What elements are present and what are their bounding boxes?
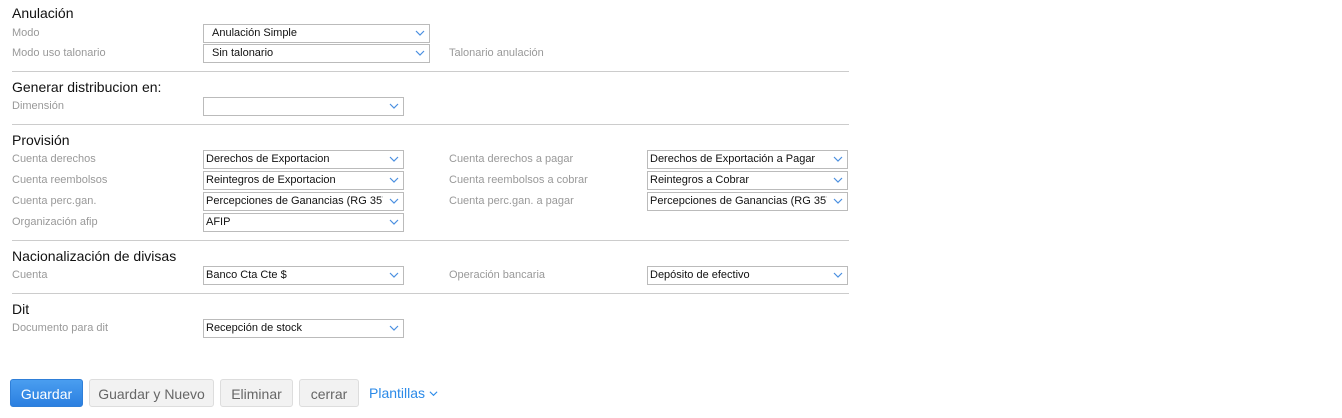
- cuenta-label: Cuenta: [12, 269, 48, 281]
- provision-label-2: Cuenta derechos a pagar: [449, 153, 574, 165]
- documento-dit-label: Documento para dit: [12, 322, 108, 334]
- chevron-down-icon: [389, 103, 399, 109]
- chevron-down-icon: [389, 325, 399, 331]
- divider: [12, 240, 849, 241]
- modo-label: Modo: [12, 27, 40, 39]
- modo-uso-value: Sin talonario: [212, 47, 274, 59]
- chevron-down-icon: [833, 198, 843, 204]
- chevron-down-icon: [389, 198, 399, 204]
- provision-select-2[interactable]: Percepciones de Ganancias (RG 3577): [647, 192, 848, 211]
- modo-select[interactable]: Anulación Simple: [203, 24, 430, 43]
- provision-value: Percepciones de Ganancias (RG 3577): [206, 195, 383, 207]
- chevron-down-icon: [415, 50, 425, 56]
- divider: [12, 293, 849, 294]
- chevron-down-icon: [415, 30, 425, 36]
- section-dit-title: Dit: [12, 301, 30, 317]
- divider: [12, 124, 849, 125]
- provision-label: Cuenta reembolsos: [12, 174, 108, 186]
- provision-select[interactable]: Percepciones de Ganancias (RG 3577): [203, 192, 404, 211]
- cerrar-button[interactable]: cerrar: [299, 379, 359, 407]
- provision-value-2: Percepciones de Ganancias (RG 3577): [650, 195, 827, 207]
- guardar-button[interactable]: Guardar: [10, 379, 83, 407]
- section-provision-title: Provisión: [12, 132, 70, 148]
- operacion-label: Operación bancaria: [449, 269, 546, 281]
- org-afip-value: AFIP: [206, 216, 231, 228]
- dimension-select[interactable]: [203, 97, 404, 116]
- modo-uso-select[interactable]: Sin talonario: [203, 44, 430, 63]
- provision-select[interactable]: Reintegros de Exportacion: [203, 171, 404, 190]
- chevron-down-icon: [833, 177, 843, 183]
- cuenta-select[interactable]: Banco Cta Cte $: [203, 266, 404, 285]
- chevron-down-icon: [833, 156, 843, 162]
- modo-value: Anulación Simple: [212, 27, 297, 39]
- provision-select-2[interactable]: Reintegros a Cobrar: [647, 171, 848, 190]
- cuenta-value: Banco Cta Cte $: [206, 269, 287, 281]
- provision-select-2[interactable]: Derechos de Exportación a Pagar: [647, 150, 848, 169]
- section-nacionalizacion-title: Nacionalización de divisas: [12, 248, 177, 264]
- chevron-down-icon: [389, 156, 399, 162]
- plantillas-label: Plantillas: [369, 385, 426, 401]
- provision-label: Cuenta derechos: [12, 153, 96, 165]
- plantillas-dropdown[interactable]: Plantillas: [369, 379, 438, 407]
- eliminar-button[interactable]: Eliminar: [220, 379, 293, 407]
- documento-dit-value: Recepción de stock: [206, 322, 302, 334]
- provision-value-2: Reintegros a Cobrar: [650, 174, 750, 186]
- documento-dit-select[interactable]: Recepción de stock: [203, 319, 404, 338]
- chevron-down-icon: [389, 219, 399, 225]
- operacion-value: Depósito de efectivo: [650, 269, 750, 281]
- chevron-down-icon: [429, 391, 438, 397]
- provision-label: Cuenta perc.gan.: [12, 195, 97, 207]
- org-afip-select[interactable]: AFIP: [203, 213, 404, 232]
- operacion-select[interactable]: Depósito de efectivo: [647, 266, 848, 285]
- guardar-y-nuevo-button[interactable]: Guardar y Nuevo: [89, 379, 214, 407]
- chevron-down-icon: [389, 272, 399, 278]
- divider: [12, 71, 849, 72]
- provision-value: Derechos de Exportacion: [206, 153, 330, 165]
- org-afip-label: Organización afip: [12, 216, 98, 228]
- provision-value-2: Derechos de Exportación a Pagar: [650, 153, 816, 165]
- dimension-label: Dimensión: [12, 100, 64, 112]
- chevron-down-icon: [389, 177, 399, 183]
- provision-select[interactable]: Derechos de Exportacion: [203, 150, 404, 169]
- provision-value: Reintegros de Exportacion: [206, 174, 336, 186]
- chevron-down-icon: [833, 272, 843, 278]
- section-anulacion-title: Anulación: [12, 5, 74, 21]
- provision-label-2: Cuenta reembolsos a cobrar: [449, 174, 588, 186]
- provision-label-2: Cuenta perc.gan. a pagar: [449, 195, 574, 207]
- talonario-label: Talonario anulación: [449, 47, 544, 59]
- modo-uso-label: Modo uso talonario: [12, 47, 106, 59]
- section-distribucion-title: Generar distribucion en:: [12, 79, 162, 95]
